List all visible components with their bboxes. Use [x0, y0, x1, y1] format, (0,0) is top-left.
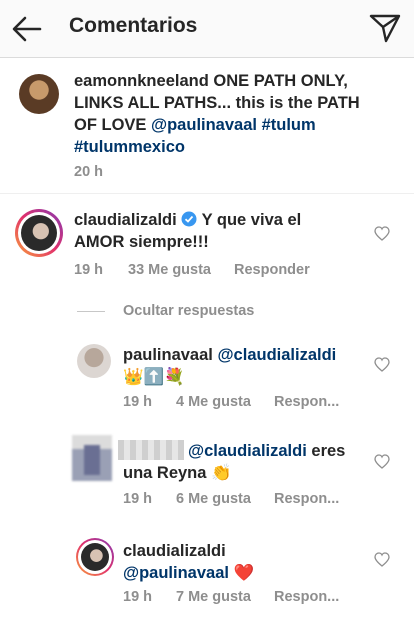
reply-emoji: ❤️ [233, 564, 255, 582]
reply-body-2: una Reyna [123, 464, 207, 482]
verified-badge-icon [181, 211, 197, 227]
caption-mention[interactable]: @paulinavaal [151, 116, 257, 134]
avatar[interactable] [19, 74, 59, 114]
caption-time: 20 h [74, 164, 104, 180]
comment-body-1: Y que viva el [201, 211, 302, 229]
paper-plane-icon[interactable] [369, 13, 401, 43]
comment-body-2: AMOR siempre!!! [74, 233, 209, 251]
caption-username[interactable]: eamonnkneeland [74, 72, 209, 90]
reply-time: 19 h [123, 394, 153, 410]
reply-time: 19 h [123, 589, 153, 605]
page-title: Comentarios [69, 14, 198, 37]
heart-icon[interactable] [374, 454, 390, 469]
hide-replies-line [77, 311, 105, 312]
reply-text: @claudializaldi eres [188, 440, 378, 462]
reply-likes[interactable]: 7 Me gusta [176, 589, 251, 605]
hide-replies-button[interactable]: Ocultar respuestas [123, 303, 254, 319]
reply-time: 19 h [123, 491, 153, 507]
top-bar: Comentarios [0, 0, 414, 58]
comment-text: claudializaldi Y que viva el AMOR siempr… [74, 209, 374, 253]
reply-mention[interactable]: @claudializaldi [217, 346, 336, 364]
avatar[interactable] [77, 344, 111, 378]
reply-mention[interactable]: @paulinavaal [123, 564, 229, 582]
reply-likes[interactable]: 6 Me gusta [176, 491, 251, 507]
caption-line-2: LINKS ALL PATHS... this is the PATH [74, 94, 360, 112]
reply-username[interactable]: paulinavaal [123, 346, 213, 364]
reply-emoji: 👑⬆️💐 [123, 368, 185, 386]
reply-reply[interactable]: Respon... [274, 589, 339, 605]
caption-line-3: OF LOVE [74, 116, 147, 134]
reply-emoji: 👏 [211, 464, 232, 482]
comment-time: 19 h [74, 262, 104, 278]
reply-text-line2: una Reyna 👏 [123, 462, 368, 484]
caption-text: eamonnkneeland ONE PATH ONLY, LINKS ALL … [74, 70, 394, 158]
reply-likes[interactable]: 4 Me gusta [176, 394, 251, 410]
comment-likes[interactable]: 33 Me gusta [128, 262, 211, 278]
reply-text: claudializaldi @paulinavaal ❤️ [123, 540, 368, 584]
reply-body: eres [311, 442, 346, 460]
avatar[interactable] [15, 209, 63, 257]
heart-icon[interactable] [374, 226, 390, 241]
reply-reply[interactable]: Respon... [274, 491, 339, 507]
avatar[interactable] [76, 538, 114, 576]
reply-text: paulinavaal @claudializaldi 👑⬆️💐 [123, 344, 368, 388]
heart-icon[interactable] [374, 357, 390, 372]
reply-mention[interactable]: @claudializaldi [188, 442, 307, 460]
comment-reply[interactable]: Responder [234, 262, 310, 278]
comment-username[interactable]: claudializaldi [74, 211, 177, 229]
blurred-username [118, 440, 184, 460]
heart-icon[interactable] [374, 552, 390, 567]
arrow-left-icon[interactable] [12, 16, 42, 42]
divider [0, 193, 414, 194]
reply-username[interactable]: claudializaldi [123, 542, 226, 560]
caption-line-1: ONE PATH ONLY, [213, 72, 348, 90]
blurred-avatar [72, 435, 112, 481]
caption-hashtag-tulummexico[interactable]: #tulummexico [74, 138, 185, 156]
reply-reply[interactable]: Respon... [274, 394, 339, 410]
caption-hashtag-tulum[interactable]: #tulum [262, 116, 316, 134]
